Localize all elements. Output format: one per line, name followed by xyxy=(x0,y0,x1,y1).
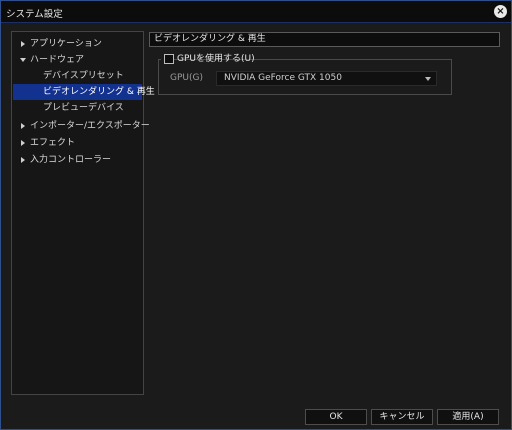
tree-item-label: プレビューデバイス xyxy=(43,103,124,113)
window-title: システム設定 xyxy=(6,9,63,20)
system-settings-window: システム設定 × アプリケーション ハードウェア デバイスプリセット ビデオレン… xyxy=(0,0,512,430)
use-gpu-checkbox[interactable] xyxy=(164,54,174,64)
tree-item-label: ハードウェア xyxy=(30,55,85,65)
tree-item-application[interactable]: アプリケーション xyxy=(13,36,142,52)
gpu-label: GPU(G) xyxy=(170,73,203,83)
tree-item-preview-device[interactable]: プレビューデバイス xyxy=(13,100,142,116)
title-bar: システム設定 × xyxy=(1,1,511,23)
expand-arrow-icon[interactable] xyxy=(19,122,27,130)
chevron-down-icon[interactable] xyxy=(425,77,431,81)
tree-item-device-preset[interactable]: デバイスプリセット xyxy=(13,68,142,84)
tree-item-hardware[interactable]: ハードウェア xyxy=(13,52,142,68)
tree-item-input-controller[interactable]: 入力コントローラー xyxy=(13,152,142,168)
collapse-arrow-icon[interactable] xyxy=(19,56,27,64)
gpu-select-value: NVIDIA GeForce GTX 1050 xyxy=(224,73,342,83)
tree-item-label: エフェクト xyxy=(30,138,76,148)
close-icon[interactable]: × xyxy=(494,5,507,18)
tree-item-importer-exporter[interactable]: インポーター/エクスポーター xyxy=(13,118,150,134)
cancel-button[interactable]: キャンセル xyxy=(371,409,433,425)
use-gpu-label: GPUを使用する(U) xyxy=(177,54,255,64)
expand-arrow-icon[interactable] xyxy=(19,40,27,48)
tree-item-effects[interactable]: エフェクト xyxy=(13,135,142,151)
settings-category-tree: アプリケーション ハードウェア デバイスプリセット ビデオレンダリング & 再生… xyxy=(11,31,155,395)
tree-item-video-rendering[interactable]: ビデオレンダリング & 再生 xyxy=(13,84,155,100)
tree-item-label: アプリケーション xyxy=(30,39,102,49)
apply-button[interactable]: 適用(A) xyxy=(437,409,499,425)
tree-item-label: ビデオレンダリング & 再生 xyxy=(43,87,155,97)
expand-arrow-icon[interactable] xyxy=(19,139,27,147)
tree-item-label: インポーター/エクスポーター xyxy=(30,121,150,131)
ok-button[interactable]: OK xyxy=(305,409,367,425)
expand-arrow-icon[interactable] xyxy=(19,156,27,164)
tree-item-label: デバイスプリセット xyxy=(43,71,124,81)
tree-item-label: 入力コントローラー xyxy=(30,155,112,165)
section-header: ビデオレンダリング & 再生 xyxy=(149,32,500,47)
use-gpu-checkbox-row[interactable]: GPUを使用する(U) xyxy=(161,53,255,65)
gpu-select[interactable]: NVIDIA GeForce GTX 1050 xyxy=(216,71,437,86)
